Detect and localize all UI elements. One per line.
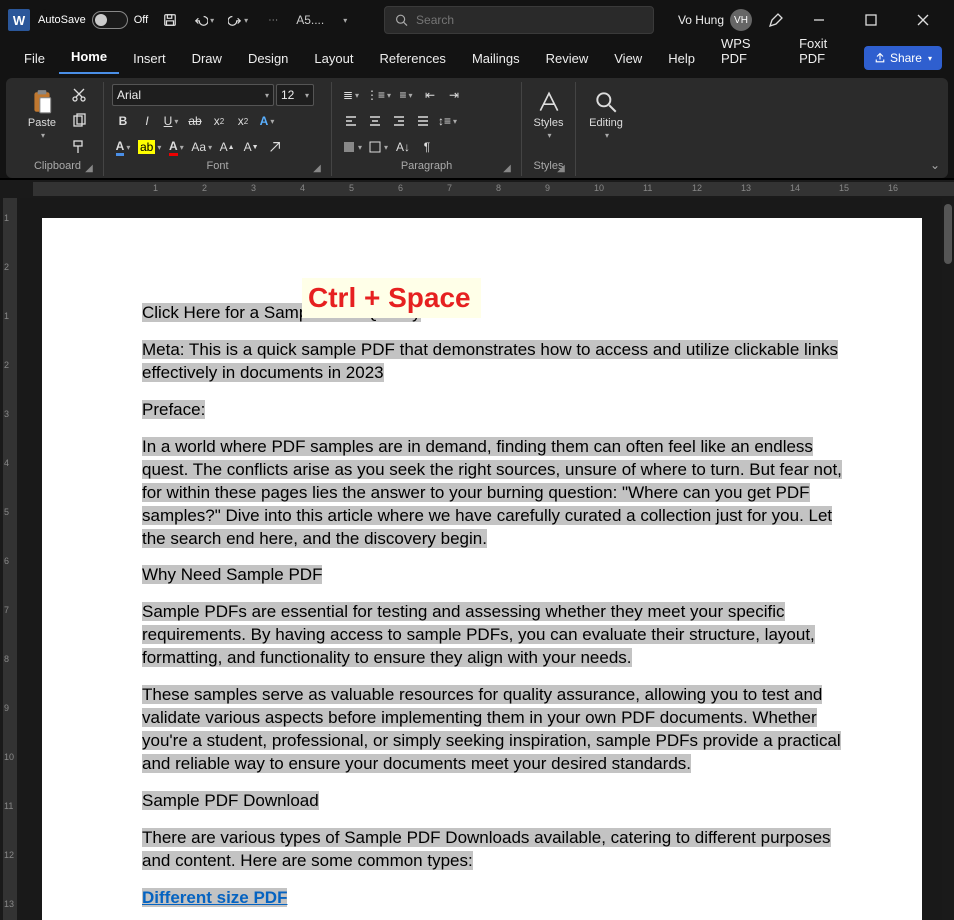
clipboard-launcher-icon[interactable]: ◢: [83, 161, 95, 173]
doc-line[interactable]: Sample PDFs are essential for testing an…: [142, 602, 815, 667]
font-launcher-icon[interactable]: ◢: [311, 161, 323, 173]
doc-line[interactable]: In a world where PDF samples are in dema…: [142, 437, 842, 548]
cut-icon[interactable]: [68, 84, 90, 106]
avatar: VH: [730, 9, 752, 31]
tab-wps-pdf[interactable]: WPS PDF: [709, 30, 785, 74]
styles-label: Styles: [534, 117, 564, 129]
font-color2-icon[interactable]: A▾: [112, 136, 134, 158]
tab-layout[interactable]: Layout: [302, 45, 365, 74]
search-icon: [395, 13, 408, 27]
grow-font-icon[interactable]: A▲: [216, 136, 238, 158]
numbering-icon[interactable]: ⋮≡▾: [364, 84, 393, 106]
vertical-scrollbar[interactable]: [942, 198, 954, 920]
autosave-state: Off: [134, 14, 148, 26]
align-right-icon[interactable]: [388, 110, 410, 132]
font-size-combo[interactable]: 12▾: [276, 84, 314, 106]
tab-mailings[interactable]: Mailings: [460, 45, 532, 74]
bold-icon[interactable]: B: [112, 110, 134, 132]
doc-line[interactable]: These samples serve as valuable resource…: [142, 685, 841, 773]
increase-indent-icon[interactable]: ⇥: [443, 84, 465, 106]
font-name-combo[interactable]: Arial▾: [112, 84, 274, 106]
tab-design[interactable]: Design: [236, 45, 300, 74]
styles-button[interactable]: Styles ▾: [530, 84, 567, 144]
align-left-icon[interactable]: [340, 110, 362, 132]
tab-draw[interactable]: Draw: [180, 45, 234, 74]
toggle-pill[interactable]: [92, 11, 128, 29]
font-color-icon[interactable]: A▾: [165, 136, 187, 158]
tab-review[interactable]: Review: [534, 45, 601, 74]
styles-launcher-icon[interactable]: ◢: [555, 161, 567, 173]
scrollbar-thumb[interactable]: [944, 204, 952, 264]
tab-file[interactable]: File: [12, 45, 57, 74]
page[interactable]: Click Here for a Sample PDF Quickly Meta…: [42, 218, 922, 920]
doc-link[interactable]: Different size PDF: [142, 888, 287, 907]
window-close-icon[interactable]: [900, 4, 946, 36]
change-case-icon[interactable]: Aa▾: [189, 136, 214, 158]
share-icon: [874, 52, 886, 64]
word-app-icon[interactable]: W: [8, 9, 30, 31]
doc-line[interactable]: Why Need Sample PDF: [142, 565, 322, 584]
document-name: A5....: [296, 13, 324, 27]
autosave-label: AutoSave: [38, 14, 86, 26]
qat-customize-icon[interactable]: ⋯: [258, 6, 286, 34]
user-name: Vo Hung: [678, 13, 724, 27]
sort-icon[interactable]: A↓: [392, 136, 414, 158]
share-button[interactable]: Share ▾: [864, 46, 942, 70]
superscript-icon[interactable]: x2: [232, 110, 254, 132]
editing-search-icon: [593, 89, 619, 115]
styles-icon: [536, 89, 562, 115]
search-input[interactable]: [416, 13, 643, 27]
bullets-icon[interactable]: ≣▾: [340, 84, 362, 106]
undo-icon[interactable]: ▾: [190, 6, 218, 34]
paragraph-group-label: Paragraph: [401, 160, 452, 172]
ribbon-collapse-icon[interactable]: ⌄: [930, 158, 940, 172]
tab-foxit-pdf[interactable]: Foxit PDF: [787, 30, 862, 74]
multilevel-icon[interactable]: ≡▾: [395, 84, 417, 106]
align-center-icon[interactable]: [364, 110, 386, 132]
tab-references[interactable]: References: [367, 45, 457, 74]
redo-icon[interactable]: ▾: [224, 6, 252, 34]
save-icon[interactable]: [156, 6, 184, 34]
show-marks-icon[interactable]: ¶: [416, 136, 438, 158]
doc-line[interactable]: Sample PDF Download: [142, 791, 319, 810]
search-box[interactable]: [384, 6, 654, 34]
copy-icon[interactable]: [68, 110, 90, 132]
clipboard-group-label: Clipboard: [34, 160, 81, 172]
keyboard-hint-overlay: Ctrl + Space: [302, 278, 481, 318]
paste-label: Paste: [28, 117, 56, 129]
tab-help[interactable]: Help: [656, 45, 707, 74]
paste-button[interactable]: Paste ▾: [20, 84, 64, 144]
shrink-font-icon[interactable]: A▼: [240, 136, 262, 158]
borders-icon[interactable]: ▾: [366, 136, 390, 158]
doc-line[interactable]: There are various types of Sample PDF Do…: [142, 828, 831, 870]
editing-button[interactable]: Editing ▾: [584, 84, 628, 144]
editing-label: Editing: [589, 117, 623, 129]
share-label: Share: [890, 51, 922, 65]
shading-icon[interactable]: ▾: [340, 136, 364, 158]
decrease-indent-icon[interactable]: ⇤: [419, 84, 441, 106]
doc-line[interactable]: Preface:: [142, 400, 205, 419]
paste-icon: [29, 89, 55, 115]
tab-view[interactable]: View: [602, 45, 654, 74]
highlight-icon[interactable]: ab▾: [136, 136, 163, 158]
doc-dropdown-icon[interactable]: ▾: [330, 6, 358, 34]
doc-line[interactable]: Meta: This is a quick sample PDF that de…: [142, 340, 838, 382]
vertical-ruler[interactable]: 121234567891011121314: [0, 198, 20, 920]
line-spacing-icon[interactable]: ↕≡▾: [436, 110, 459, 132]
italic-icon[interactable]: I: [136, 110, 158, 132]
justify-icon[interactable]: [412, 110, 434, 132]
autosave-toggle[interactable]: AutoSave Off: [36, 9, 150, 31]
paragraph-launcher-icon[interactable]: ◢: [501, 161, 513, 173]
format-painter-icon[interactable]: [68, 136, 90, 158]
strikethrough-icon[interactable]: ab: [184, 110, 206, 132]
document-canvas[interactable]: Click Here for a Sample PDF Quickly Meta…: [20, 198, 954, 920]
horizontal-ruler[interactable]: 12345678910111213141516: [0, 180, 954, 198]
underline-icon[interactable]: U▾: [160, 110, 182, 132]
tab-insert[interactable]: Insert: [121, 45, 178, 74]
clear-format-icon[interactable]: [264, 136, 286, 158]
text-effects-icon[interactable]: A▾: [256, 110, 278, 132]
subscript-icon[interactable]: x2: [208, 110, 230, 132]
font-group-label: Font: [206, 160, 228, 172]
tab-home[interactable]: Home: [59, 43, 119, 74]
